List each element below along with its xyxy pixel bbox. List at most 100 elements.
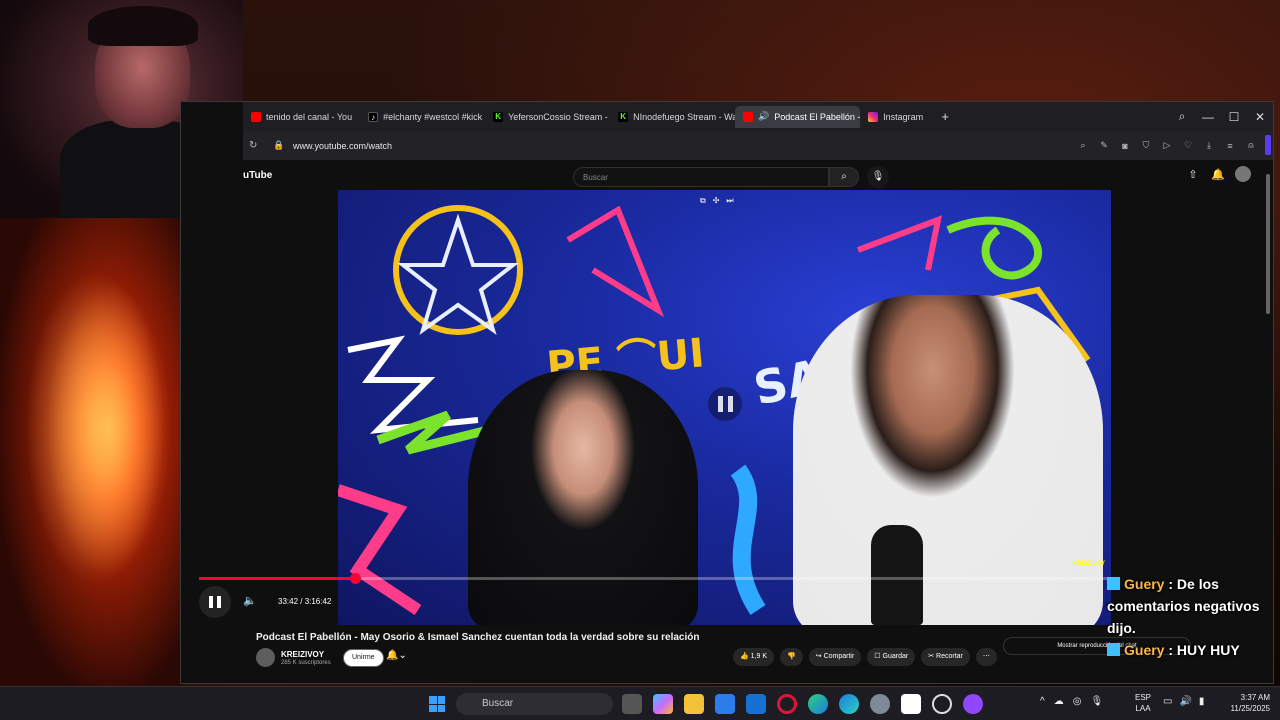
tab-tiktok[interactable]: ♪ #elchanty #westcol #kick: [360, 106, 485, 128]
kick-icon: K: [493, 111, 504, 122]
address-bar-tools: ⌕ ✎ ◙ ⛉ ▷ ♡ ⤓ ≡ ⍝: [1077, 131, 1257, 160]
webcam-hair: [88, 6, 198, 46]
pause-button[interactable]: [199, 586, 231, 618]
edge-icon[interactable]: [808, 694, 828, 714]
more-actions-icon[interactable]: ⋯: [975, 648, 997, 666]
progress-bar[interactable]: [199, 573, 1109, 584]
browser-sidebar-accent: [1265, 135, 1271, 155]
taskbar-search-input[interactable]: Buscar: [456, 693, 613, 715]
chat-message: Guery : De los comentarios negativos dij…: [1107, 576, 1260, 636]
copilot-icon[interactable]: [653, 694, 673, 714]
edge-beta-icon[interactable]: [839, 694, 859, 714]
kick-badge-icon: [1107, 643, 1120, 656]
windows-taskbar: ⌕ Buscar ^ ☁ ◎ 🎙 ESP LAA ▭ 🔊 ▮ 3:37 AM 1…: [0, 686, 1280, 720]
tiktok-icon: ♪: [368, 111, 379, 122]
channel-avatar[interactable]: [256, 648, 275, 667]
tab-youtube-channel[interactable]: tenido del canal - You: [243, 106, 360, 128]
progress-fill: [199, 577, 355, 580]
kick-icon: K: [618, 111, 629, 122]
video-actions: 👍 1,9 K 👎 ↪ Compartir ☐ Guardar ✂ Recort…: [733, 648, 997, 666]
opera-tray-icon[interactable]: ◎: [1073, 696, 1082, 707]
youtube-icon: [743, 111, 754, 122]
guest-woman: [468, 370, 698, 625]
channel-name[interactable]: KREIZIVOY: [281, 650, 324, 659]
copy-icon[interactable]: ⧉: [700, 196, 706, 206]
notifications-bell-icon[interactable]: 🔔: [1211, 168, 1225, 181]
twitch-icon[interactable]: [963, 694, 983, 714]
search-icon[interactable]: ⌕: [829, 167, 859, 187]
minimize-button[interactable]: —: [1195, 110, 1221, 124]
tab-bar: tenido del canal - You ♪ #elchanty #westc…: [243, 102, 1273, 131]
camera-icon[interactable]: ◙: [1119, 141, 1131, 151]
windows-start-icon[interactable]: [429, 696, 445, 712]
system-clock[interactable]: 3:37 AM 11/25/2025: [1220, 692, 1270, 714]
opera-gx-icon[interactable]: [777, 694, 797, 714]
search-page-icon[interactable]: ⌕: [1077, 140, 1089, 151]
settings-gear-icon[interactable]: [870, 694, 890, 714]
capcut-icon[interactable]: [901, 694, 921, 714]
subscription-bell-icon[interactable]: 🔔⌄: [386, 650, 407, 661]
video-player[interactable]: PE ⌒UI SAM MI MUOLO ⧉ ✣ ⏭ KREIZIVOY: [338, 190, 1111, 625]
monitor-icon[interactable]: ▭: [1163, 696, 1172, 707]
volume-tray-icon[interactable]: 🔊: [1179, 696, 1191, 707]
tab-instagram[interactable]: Instagram: [860, 106, 931, 128]
chatgpt-icon[interactable]: [932, 694, 952, 714]
clip-button[interactable]: ✂ Recortar: [921, 648, 970, 666]
bookmark-icon: ☐: [874, 653, 883, 660]
url-field[interactable]: www.youtube.com/watch: [293, 141, 392, 151]
file-explorer-icon[interactable]: [684, 694, 704, 714]
lock-icon[interactable]: 🔒: [273, 140, 289, 151]
expand-icon[interactable]: ✣: [713, 196, 720, 206]
youtube-header: uTube Buscar ⌕ 🎙 ⇧ 🔔: [243, 160, 1273, 190]
heart-icon[interactable]: ♡: [1182, 140, 1194, 151]
menu-icon[interactable]: ≡: [1224, 141, 1236, 151]
thumbs-down-icon: 👎: [787, 653, 796, 660]
youtube-icon: [251, 111, 261, 122]
instagram-icon: [868, 111, 879, 122]
window-controls: ⌕ — ☐ ✕: [1169, 102, 1273, 131]
progress-scrubber[interactable]: [349, 573, 361, 584]
time-display: 33:42 / 3:16:42: [278, 597, 332, 606]
system-tray: ^ ☁ ◎ 🎙: [1040, 696, 1103, 707]
share-button[interactable]: ↪ Compartir: [808, 648, 862, 666]
shield-icon[interactable]: ⛉: [1140, 140, 1152, 151]
tab-kick-yefersoncossio[interactable]: K YefersonCossio Stream - V: [485, 106, 610, 128]
new-tab-button[interactable]: +: [935, 109, 955, 124]
microphone-icon[interactable]: 🎙: [867, 166, 889, 188]
channel-subscribers: 285 K suscriptores: [281, 660, 331, 666]
pause-indicator-icon[interactable]: [708, 387, 742, 421]
fire-glow: [20, 258, 170, 598]
outlook-icon[interactable]: [746, 694, 766, 714]
like-button[interactable]: 👍 1,9 K: [733, 648, 775, 666]
kick-badge-icon: [1107, 577, 1120, 590]
battery-icon[interactable]: ▮: [1199, 696, 1205, 707]
upload-icon[interactable]: ⇧: [1187, 168, 1199, 181]
youtube-header-actions: ⇧ 🔔: [1187, 166, 1251, 182]
join-button[interactable]: Unirme: [343, 649, 384, 667]
close-button[interactable]: ✕: [1247, 110, 1273, 124]
play-icon[interactable]: ▷: [1161, 140, 1173, 151]
edit-icon[interactable]: ✎: [1098, 140, 1110, 151]
next-icon[interactable]: ⏭: [726, 196, 733, 206]
volume-icon[interactable]: 🔈: [243, 594, 257, 607]
user-avatar[interactable]: [1235, 166, 1251, 182]
store-icon[interactable]: [715, 694, 735, 714]
tab-kick-ninodefuego[interactable]: K NInodefuego Stream - Wa: [610, 106, 735, 128]
youtube-logo[interactable]: uTube: [243, 170, 272, 181]
search-tabs-icon[interactable]: ⌕: [1169, 109, 1195, 124]
download-icon[interactable]: ⤓: [1203, 140, 1215, 151]
tab-podcast-active[interactable]: 🔊 Podcast El Pabellón -: [735, 105, 861, 128]
cloud-icon[interactable]: ☁: [1054, 696, 1064, 707]
taskbar-apps: [622, 694, 983, 714]
maximize-button[interactable]: ☐: [1221, 110, 1247, 124]
task-view-icon[interactable]: [622, 694, 642, 714]
language-indicator[interactable]: ESP LAA: [1135, 692, 1151, 714]
youtube-search-input[interactable]: Buscar: [573, 167, 829, 187]
dislike-button[interactable]: 👎: [780, 648, 803, 666]
microphone-tray-icon[interactable]: 🎙: [1090, 696, 1103, 707]
address-bar: ↻ 🔒 www.youtube.com/watch ⌕ ✎ ◙ ⛉ ▷ ♡ ⤓ …: [243, 131, 1273, 160]
chevron-up-icon[interactable]: ^: [1040, 696, 1045, 707]
reload-icon[interactable]: ↻: [249, 140, 267, 151]
save-button[interactable]: ☐ Guardar: [867, 648, 916, 666]
profile-icon[interactable]: ⍝: [1245, 140, 1257, 151]
